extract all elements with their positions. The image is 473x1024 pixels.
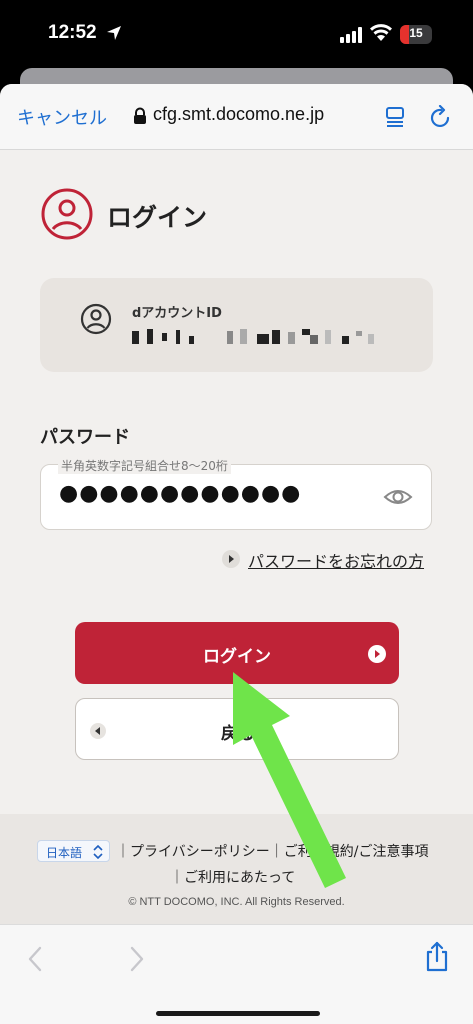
terms-link[interactable]: ご利用規約/ご注意事項: [284, 844, 429, 860]
show-password-eye-icon[interactable]: [383, 485, 413, 509]
account-user-icon: [80, 303, 112, 335]
battery-icon: 15: [400, 25, 432, 44]
status-time: 12:52: [48, 22, 97, 43]
status-bar: 12:52 15: [0, 0, 473, 72]
login-button-label: ログイン: [203, 647, 271, 667]
login-arrow-icon: [368, 645, 386, 663]
cancel-button[interactable]: キャンセル: [17, 104, 107, 130]
login-sheet: キャンセル cfg.smt.docomo.ne.jp ログイン dアカウントID: [0, 84, 473, 1024]
browser-toolbar: [0, 924, 473, 1024]
signal-icon: [340, 27, 362, 43]
back-button-label: 戻る: [221, 724, 255, 744]
account-id-value-redacted: [132, 328, 382, 346]
account-id-label: dアカウントID: [132, 306, 222, 321]
chevron-updown-icon: [93, 845, 103, 859]
location-arrow-icon: [107, 26, 121, 40]
password-masked-value: ●●●●●●●●●●●●: [59, 481, 302, 506]
reader-icon[interactable]: [385, 106, 407, 128]
copyright: © NTT DOCOMO, INC. All Rights Reserved.: [128, 896, 345, 908]
password-placeholder: 半角英数字記号組合せ8〜20桁: [58, 457, 231, 474]
battery-level: 15: [409, 26, 423, 40]
wifi-icon: [370, 24, 392, 41]
home-indicator: [156, 1011, 320, 1016]
login-content: ログイン dアカウントID パスワード ●●●●●●●●●●●● 半角英数字記号…: [0, 150, 473, 814]
page-footer: 日本語 ｜プライバシーポリシー｜ご利用規約/ご注意事項 ｜ご利用にあたって © …: [0, 814, 473, 924]
reload-icon[interactable]: [430, 105, 452, 129]
back-icon[interactable]: [26, 945, 44, 973]
language-select-value: 日本語: [46, 846, 83, 860]
forward-icon[interactable]: [128, 945, 146, 973]
account-card: dアカウントID: [40, 278, 433, 372]
forgot-arrow-icon: [222, 550, 240, 568]
lock-icon: [134, 107, 146, 124]
language-select[interactable]: 日本語: [37, 840, 110, 862]
browser-address-bar: キャンセル cfg.smt.docomo.ne.jp: [0, 84, 473, 150]
url-text[interactable]: cfg.smt.docomo.ne.jp: [153, 104, 324, 125]
footer-links-row-2: ｜ご利用にあたって: [170, 870, 296, 886]
usage-link[interactable]: ご利用にあたって: [184, 870, 295, 886]
password-label: パスワード: [40, 427, 130, 448]
privacy-policy-link[interactable]: プライバシーポリシー: [130, 844, 270, 860]
user-circle-icon: [41, 188, 93, 240]
back-button[interactable]: 戻る: [75, 698, 399, 760]
share-icon[interactable]: [424, 941, 450, 973]
footer-links-row: ｜プライバシーポリシー｜ご利用規約/ご注意事項: [116, 844, 429, 860]
page-title: ログイン: [107, 203, 208, 232]
forgot-password-link[interactable]: パスワードをお忘れの方: [248, 548, 424, 572]
login-button[interactable]: ログイン: [75, 622, 399, 684]
